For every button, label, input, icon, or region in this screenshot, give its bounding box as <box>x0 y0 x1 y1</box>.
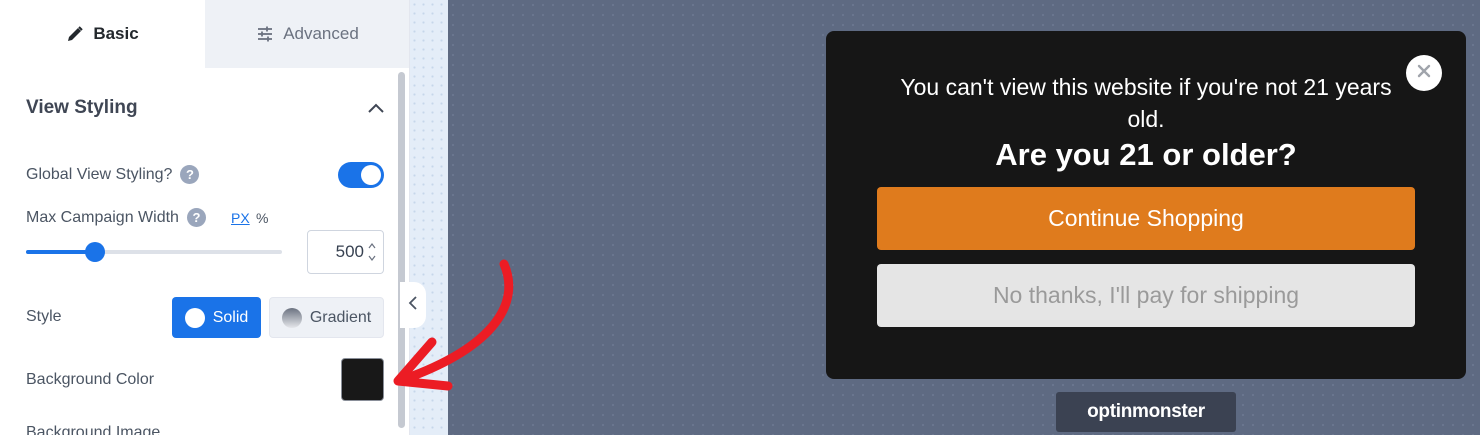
optinmonster-badge[interactable]: optinmonster <box>1056 392 1236 432</box>
close-button[interactable] <box>1406 55 1442 91</box>
popup-heading: Are you 21 or older? <box>995 137 1297 172</box>
width-value-field[interactable] <box>308 231 368 273</box>
unit-percent-link[interactable]: % <box>256 210 268 226</box>
help-icon[interactable]: ? <box>180 165 200 184</box>
max-campaign-width-label: Max Campaign Width <box>26 208 179 226</box>
brand-logo-text: optinmonster <box>1087 401 1205 422</box>
pencil-icon <box>66 25 84 43</box>
toggle-knob <box>361 165 381 185</box>
width-slider-track[interactable] <box>26 250 282 254</box>
tab-basic[interactable]: Basic <box>0 0 205 68</box>
width-slider-thumb[interactable] <box>85 242 106 262</box>
global-view-styling-row: Global View Styling? ? <box>26 165 200 184</box>
style-gradient-button[interactable]: Gradient <box>269 297 384 338</box>
unit-px-link[interactable]: PX <box>231 210 250 226</box>
annotation-arrow-icon <box>393 259 514 391</box>
chevron-up-icon[interactable] <box>366 100 386 116</box>
number-stepper-icon[interactable] <box>367 240 377 264</box>
background-color-label: Background Color <box>26 371 155 388</box>
solid-circle-icon <box>184 307 205 328</box>
popup-body-text: You can't view this website if you're no… <box>900 74 1392 132</box>
background-image-label: Background Image <box>26 424 161 435</box>
help-icon[interactable]: ? <box>186 208 206 227</box>
tab-basic-label: Basic <box>93 24 139 43</box>
style-label: Style <box>26 308 62 325</box>
width-number-input[interactable] <box>307 230 384 274</box>
continue-shopping-button[interactable]: Continue Shopping <box>877 187 1415 250</box>
decline-button[interactable]: No thanks, I'll pay for shipping <box>877 264 1415 327</box>
style-solid-label: Solid <box>212 308 249 326</box>
tab-advanced[interactable]: Advanced <box>205 0 409 68</box>
tab-advanced-label: Advanced <box>283 24 359 43</box>
global-view-styling-toggle[interactable] <box>338 162 384 188</box>
background-color-swatch[interactable] <box>341 358 384 401</box>
sliders-icon <box>256 25 274 43</box>
max-campaign-width-row: Max Campaign Width ? <box>26 208 206 227</box>
settings-panel: Basic Advanced View Styling Global View … <box>0 0 410 435</box>
gradient-circle-icon <box>281 307 302 328</box>
style-gradient-label: Gradient <box>309 308 372 326</box>
style-solid-button[interactable]: Solid <box>172 297 261 338</box>
close-icon <box>1416 63 1432 84</box>
section-title: View Styling <box>26 97 138 118</box>
campaign-popup: You can't view this website if you're no… <box>826 31 1466 379</box>
panel-tabs: Basic Advanced <box>0 0 409 68</box>
global-view-styling-label: Global View Styling? <box>26 165 173 183</box>
